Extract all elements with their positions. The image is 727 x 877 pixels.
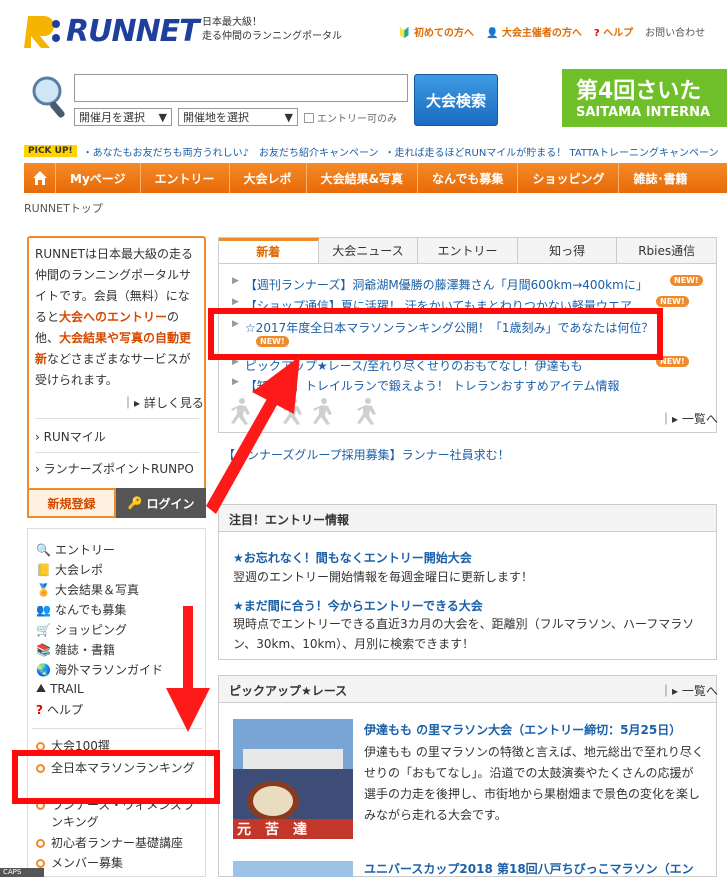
nav-mypage[interactable]: Myページ	[56, 163, 141, 193]
organizer-link[interactable]: 👤 大会主催者の方へ	[486, 24, 582, 39]
tab-tips[interactable]: 知っ得	[518, 238, 618, 263]
place-select[interactable]: 開催地を選択 ▼	[178, 108, 298, 126]
nav-shopping[interactable]: ショッピング	[518, 163, 620, 193]
sidebar-item-trail[interactable]: ⛰ TRAIL	[36, 681, 84, 696]
people-icon: 👥	[36, 602, 51, 617]
triangle-bullet-icon: ▶	[232, 276, 239, 286]
news-more-link[interactable]: ｜▸ 一覧へ	[660, 410, 718, 427]
month-select[interactable]: 開催月を選択 ▼	[74, 108, 172, 126]
nav-recruit[interactable]: なんでも募集	[418, 163, 519, 193]
news-tabs: 新着 大会ニュース エントリー 知っ得 Rbies通信	[218, 237, 717, 263]
sidebar-item-entry[interactable]: 🔍 エントリー	[36, 541, 115, 558]
tab-race-news[interactable]: 大会ニュース	[319, 238, 419, 263]
breadcrumb[interactable]: RUNNETトップ	[24, 200, 103, 216]
home-icon	[32, 171, 47, 185]
person-icon: 👤	[485, 28, 499, 39]
new-badge: NEW!	[670, 275, 703, 286]
entry-only-checkbox[interactable]: エントリー可のみ	[304, 110, 397, 125]
help-link[interactable]: ? ヘルプ	[594, 24, 633, 39]
top-links: 🔰 初めての方へ 👤 大会主催者の方へ ? ヘルプ お問い合わせ	[398, 24, 705, 39]
runners-illustration-icon	[231, 398, 376, 425]
login-button[interactable]: 🔑 ログイン	[116, 488, 206, 518]
question-icon: ?	[593, 28, 600, 39]
divider	[35, 418, 199, 419]
sidebar-item-overseas[interactable]: 🌏 海外マラソンガイド	[36, 661, 163, 678]
pickup-race-more-link[interactable]: ｜▸ 一覧へ	[660, 682, 718, 699]
race1-title-link[interactable]: 伊達もも の里マラソン大会（エントリー締切：5月25日）	[364, 721, 681, 738]
mountain-icon: ⛰	[36, 681, 47, 695]
highlight-box-news	[208, 308, 663, 360]
question-icon: ?	[36, 702, 43, 717]
intro-text: RUNNETは日本最大級の走る仲間のランニングポータルサイトです。会員（無料）に…	[35, 247, 193, 387]
divider	[32, 728, 202, 729]
nav-magazine[interactable]: 雑誌･書籍	[619, 163, 701, 193]
intro-more-link[interactable]: ｜▸ 詳しく見る	[122, 394, 204, 411]
entry-open-link[interactable]: ★まだ間に合う！今からエントリーできる大会	[233, 597, 483, 614]
new-badge: NEW!	[656, 296, 689, 307]
chevron-down-icon: ▼	[158, 110, 167, 124]
runnet-logo-text[interactable]: RUNNET	[66, 14, 200, 49]
entry-upcoming-link[interactable]: ★お忘れなく！間もなくエントリー開始大会	[233, 549, 472, 566]
entry-info-header: 注目！エントリー情報	[218, 504, 717, 532]
race2-photo[interactable]	[233, 861, 353, 877]
notebook-icon: 📒	[36, 562, 51, 577]
sidebar-item-help[interactable]: ? ヘルプ	[36, 701, 83, 718]
main-nav: Myページ エントリー 大会レポ 大会結果&写真 なんでも募集 ショッピング 雑…	[24, 163, 727, 193]
chevron-down-icon: ▼	[284, 110, 293, 124]
nav-entry[interactable]: エントリー	[141, 163, 230, 193]
ring-bullet-icon	[36, 839, 45, 848]
sidebar-sub-beginner[interactable]: 初心者ランナー基礎講座	[36, 835, 200, 852]
search-magnifier-icon	[32, 76, 65, 118]
caps-lock-indicator: CAPS	[0, 868, 44, 877]
register-button[interactable]: 新規登録	[27, 488, 116, 518]
race2-title-link[interactable]: ユニバースカップ2018 第18回八戸ちびっこマラソン（エン	[364, 860, 694, 877]
sidebar-sub-member[interactable]: メンバー募集	[36, 855, 200, 872]
runmile-link[interactable]: › RUNマイル	[35, 428, 106, 445]
saitama-marathon-banner[interactable]: 第4回さいた SAITAMA INTERNA	[562, 69, 727, 127]
highlight-box-sidebar	[12, 750, 220, 804]
svg-text:元 苦 達: 元 苦 達	[237, 821, 307, 838]
race-search-button[interactable]: 大会検索	[414, 74, 498, 126]
tab-entry[interactable]: エントリー	[418, 238, 518, 263]
magnifier-icon: 🔍	[36, 542, 51, 557]
entry-open-desc: 現時点でエントリーできる直近3カ月の大会を、距離別（フルマラソン、ハーフマラソン…	[233, 617, 695, 651]
pickup-link-tatta[interactable]: ・走れば走るほどRUNマイルが貯まる！ TATTAトレーニングキャンペーン	[385, 144, 719, 159]
race-photo[interactable]: 元 苦 達	[233, 719, 353, 839]
contact-link[interactable]: お問い合わせ	[645, 24, 705, 39]
recruit-link[interactable]: 【ランナーズグループ採用募集】ランナー社員求む！	[223, 446, 510, 463]
pickup-link-referral[interactable]: ・あなたもお友だちも両方うれしい♪ お友だち紹介キャンペーン	[83, 144, 379, 159]
nav-results[interactable]: 大会結果&写真	[307, 163, 419, 193]
globe-icon: 🌏	[36, 662, 51, 677]
pickup-strip: PICK UP! ・あなたもお友だちも両方うれしい♪ お友だち紹介キャンペーン …	[24, 143, 727, 159]
nav-report[interactable]: 大会レポ	[230, 163, 307, 193]
checkbox-box[interactable]	[304, 112, 314, 123]
entry-upcoming-desc: 翌週のエントリー開始情報を毎週金曜日に更新します！	[233, 570, 534, 584]
sidebar-item-results[interactable]: 🏅 大会結果＆写真	[36, 581, 139, 598]
runpo-link[interactable]: › ランナーズポイントRUNPO	[35, 460, 194, 477]
key-icon: 🔑	[127, 496, 143, 510]
runnet-logo-mark[interactable]	[24, 12, 64, 50]
sidebar-item-recruit[interactable]: 👥 なんでも募集	[36, 601, 126, 618]
search-input[interactable]	[74, 74, 408, 102]
race1-description: 伊達もも の里マラソンの特徴と言えば、地元総出で至れり尽くせりの「おもてなし」。…	[364, 745, 704, 822]
sidebar-item-magazine[interactable]: 📚 雑誌・書籍	[36, 641, 115, 658]
tab-new[interactable]: 新着	[219, 238, 319, 263]
divider	[35, 452, 199, 453]
medal-icon: 🏅	[36, 582, 51, 597]
beginner-link[interactable]: 🔰 初めての方へ	[398, 24, 474, 39]
pickup-badge: PICK UP!	[24, 145, 77, 157]
cart-icon: 🛒	[36, 622, 51, 637]
home-button[interactable]	[24, 163, 56, 193]
tab-rbies[interactable]: Rbies通信	[617, 238, 716, 263]
site-tagline: 日本最大級！ 走る仲間のランニングポータル	[202, 17, 342, 42]
ring-bullet-icon	[36, 859, 45, 868]
book-icon: 📚	[36, 642, 51, 657]
pickup-race-header: ピックアップ★レース	[218, 675, 717, 703]
sidebar-item-report[interactable]: 📒 大会レポ	[36, 561, 103, 578]
sidebar-item-shopping[interactable]: 🛒 ショッピング	[36, 621, 127, 638]
triangle-bullet-icon: ▶	[232, 377, 239, 387]
news-item[interactable]: ▶ 【週刊ランナーズ】洞爺湖M優勝の藤澤舞さん「月間600km→400kmに」	[232, 276, 652, 293]
news-item[interactable]: ▶ 【知っ得】トレイルランで鍛えよう！ トレランおすすめアイテム情報	[232, 377, 652, 394]
